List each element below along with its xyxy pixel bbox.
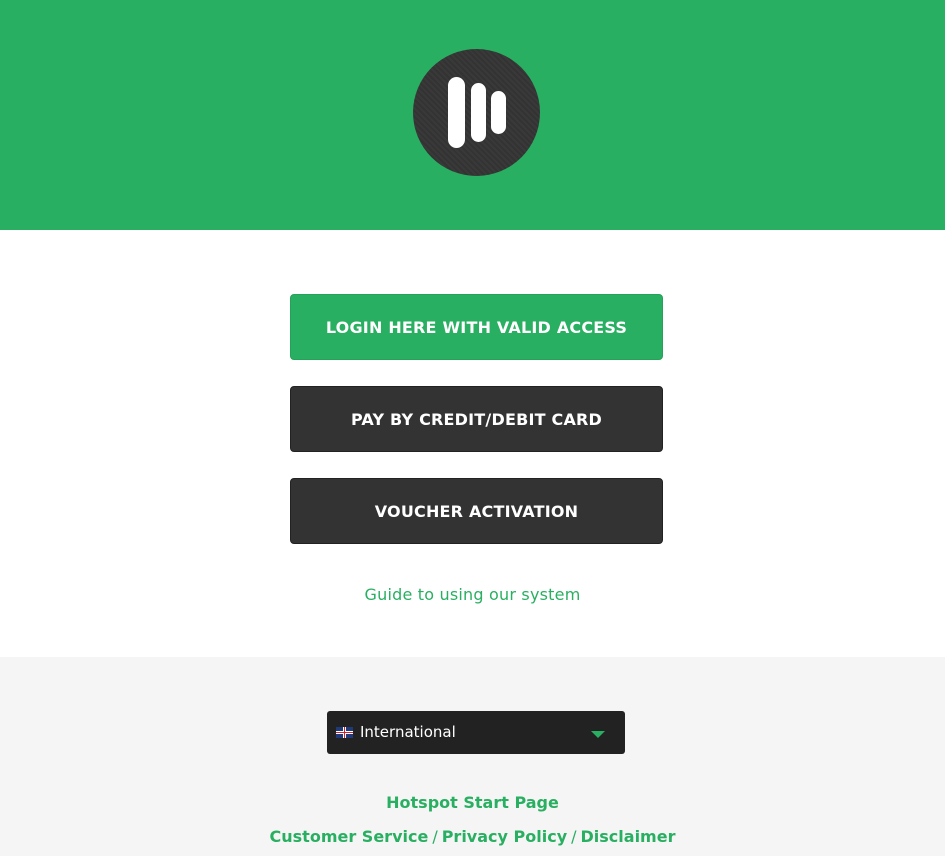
footer-links-primary: Hotspot Start Page: [0, 793, 945, 812]
uk-flag-icon: [336, 727, 353, 738]
logo-bar: [491, 91, 506, 134]
footer: International Hotspot Start Page Custome…: [0, 657, 945, 856]
bars-logo-icon: [413, 49, 540, 176]
pay-by-card-button[interactable]: PAY BY CREDIT/DEBIT CARD: [290, 386, 663, 452]
voucher-activation-button[interactable]: VOUCHER ACTIVATION: [290, 478, 663, 544]
footer-links-secondary: Customer Service / Privacy Policy / Disclaim…: [0, 827, 945, 846]
logo-bar: [448, 77, 465, 148]
hotspot-start-page-link[interactable]: Hotspot Start Page: [386, 793, 559, 812]
language-select-value: International: [360, 723, 456, 741]
link-separator: /: [432, 827, 438, 846]
chevron-down-icon: [591, 731, 605, 738]
login-button[interactable]: LOGIN HERE WITH VALID ACCESS: [290, 294, 663, 360]
main-content: LOGIN HERE WITH VALID ACCESS PAY BY CRED…: [0, 230, 945, 657]
logo-bar: [471, 83, 486, 142]
privacy-policy-link[interactable]: Privacy Policy: [442, 827, 567, 846]
language-select[interactable]: International: [327, 711, 625, 754]
disclaimer-link[interactable]: Disclaimer: [581, 827, 676, 846]
link-separator: /: [571, 827, 577, 846]
customer-service-link[interactable]: Customer Service: [270, 827, 429, 846]
guide-link[interactable]: Guide to using our system: [0, 585, 945, 604]
header-banner: [0, 0, 945, 230]
